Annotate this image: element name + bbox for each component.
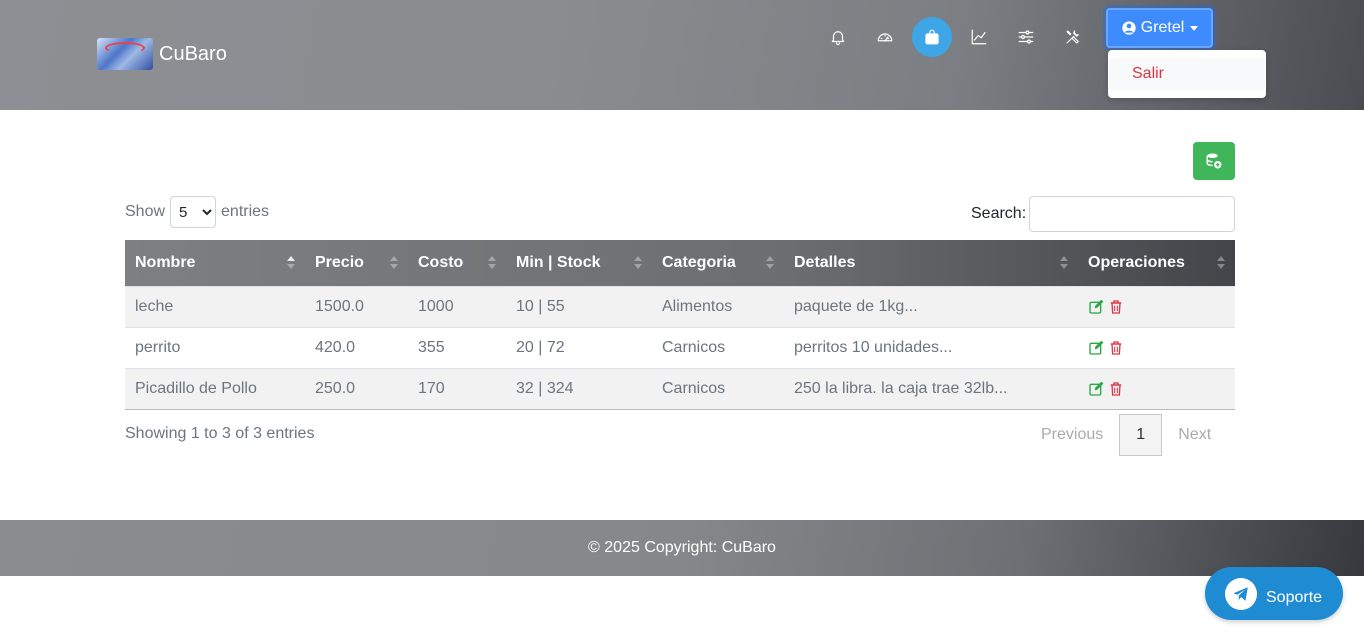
edit-icon[interactable] [1088,340,1104,356]
cell-precio: 420.0 [305,326,408,368]
nav-icons [818,17,1100,57]
cell-costo: 1000 [408,285,506,327]
support-label: Soporte [1266,588,1323,606]
table-info: Showing 1 to 3 of 3 entries [125,425,315,442]
trash-icon[interactable] [1108,340,1124,356]
cell-categoria: Carnicos [652,326,784,368]
cell-precio: 1500.0 [305,285,408,327]
trash-icon[interactable] [1108,299,1124,315]
cell-min-stock: 20 | 72 [506,326,652,368]
table-header-row: Nombre Precio Costo Min | Stock Categori… [125,240,1235,286]
user-name: Gretel [1140,19,1185,36]
tools-icon [1066,30,1079,44]
bell-icon [831,31,845,46]
entries-length-control: Show 5 entries [125,196,269,228]
products-table: Nombre Precio Costo Min | Stock Categori… [125,240,1235,410]
table-row: perrito 420.0 355 20 | 72 Carnicos perri… [125,326,1235,368]
user-circle-icon [1122,21,1136,35]
column-header-categoria[interactable]: Categoria [652,240,784,286]
table-row: Picadillo de Pollo 250.0 170 32 | 324 Ca… [125,367,1235,410]
brand-logo [97,38,153,70]
column-header-detalles[interactable]: Detalles [784,240,1078,286]
column-header-precio[interactable]: Precio [305,240,408,286]
cell-nombre: perrito [125,326,305,368]
cell-operaciones [1078,367,1235,410]
cell-categoria: Alimentos [652,285,784,327]
next-page-button[interactable]: Next [1162,414,1227,456]
search-control: Search: [971,196,1236,232]
user-menu-button[interactable]: Gretel [1106,8,1213,48]
sort-icon [766,256,774,270]
logout-menu-item[interactable]: Salir [1109,58,1265,90]
add-product-button[interactable] [1193,142,1235,180]
cell-detalles: perritos 10 unidades... [784,326,1078,368]
speedometer-icon [877,33,893,42]
tools-button[interactable] [1053,17,1093,57]
caret-down-icon [1190,25,1199,31]
cell-nombre: Picadillo de Pollo [125,367,305,410]
brand-name: CuBaro [159,42,227,65]
previous-page-button[interactable]: Previous [1025,414,1119,456]
column-header-operaciones[interactable]: Operaciones [1078,240,1235,286]
edit-icon[interactable] [1088,381,1104,397]
settings-button[interactable] [1006,17,1046,57]
sort-icon [1060,256,1068,270]
notifications-button[interactable] [818,17,858,57]
cell-precio: 250.0 [305,367,408,410]
sort-icon [1217,256,1225,270]
chart-line-icon [971,29,987,45]
show-label: Show [125,203,166,220]
sort-icon [634,256,642,270]
pagination: Previous 1 Next [1025,414,1227,456]
entries-label: entries [221,203,270,220]
edit-icon[interactable] [1088,299,1104,315]
cell-min-stock: 32 | 324 [506,367,652,410]
telegram-icon [1225,577,1257,610]
search-input[interactable] [1029,196,1236,232]
cell-costo: 355 [408,326,506,368]
cell-detalles: paquete de 1kg... [784,285,1078,327]
cell-costo: 170 [408,367,506,410]
table-row: leche 1500.0 1000 10 | 55 Alimentos paqu… [125,285,1235,327]
trash-icon[interactable] [1108,381,1124,397]
sort-icon [488,256,496,270]
sliders-icon [1018,30,1034,44]
sort-icon [390,256,398,270]
column-header-nombre[interactable]: Nombre [125,240,305,286]
cell-operaciones [1078,285,1235,327]
database-add-icon [1206,153,1222,169]
column-header-costo[interactable]: Costo [408,240,506,286]
support-button[interactable]: Soporte [1205,567,1343,620]
entries-select[interactable]: 5 [170,196,217,228]
copyright-text: © 2025 Copyright: CuBaro [588,539,776,556]
user-dropdown-menu: Salir [1108,50,1266,98]
cell-categoria: Carnicos [652,367,784,410]
cell-min-stock: 10 | 55 [506,285,652,327]
products-button[interactable] [912,17,952,57]
footer: © 2025 Copyright: CuBaro [0,520,1364,576]
brand[interactable]: CuBaro [97,38,227,70]
column-header-min-stock[interactable]: Min | Stock [506,240,652,286]
dashboard-button[interactable] [865,17,905,57]
search-label: Search: [971,205,1027,222]
cell-detalles: 250 la libra. la caja trae 32lb... [784,367,1078,410]
sort-asc-icon [287,256,295,270]
cell-nombre: leche [125,285,305,327]
bag-icon [925,29,939,45]
page-1-button[interactable]: 1 [1119,414,1163,456]
cell-operaciones [1078,326,1235,368]
sales-chart-button[interactable] [959,17,999,57]
